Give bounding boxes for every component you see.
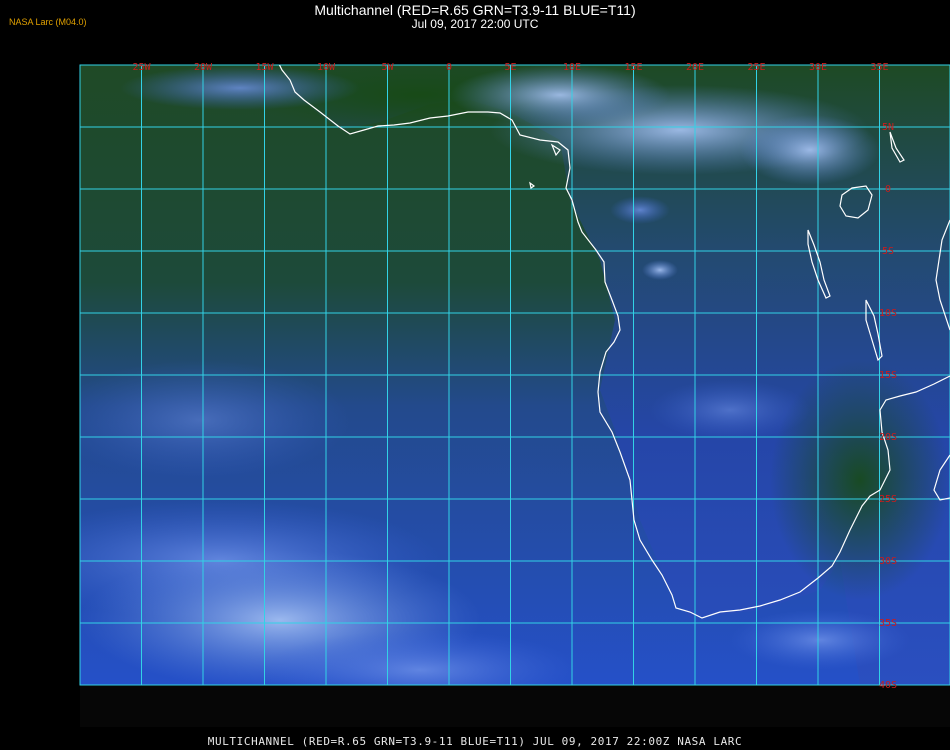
latitude-label: 5N xyxy=(882,122,894,133)
latitude-label: 35S xyxy=(879,618,897,629)
latitude-label: 20S xyxy=(879,432,897,443)
longitude-label: 15W xyxy=(255,62,274,73)
latitude-label: 0 xyxy=(885,184,891,195)
longitude-label: 10W xyxy=(317,62,336,73)
imagery-layer xyxy=(80,65,950,685)
latitude-label: 5S xyxy=(882,246,894,257)
longitude-label: 30E xyxy=(809,62,827,73)
satellite-map: 25W 20W 15W 10W 5W 0 5E 10E 15E 20E 25E 30E 35E 5N 0 5… xyxy=(79,62,950,727)
latitude-label: 25S xyxy=(879,494,897,505)
longitude-label: 20E xyxy=(686,62,704,73)
longitude-label: 25E xyxy=(747,62,765,73)
latitude-label: 10S xyxy=(879,308,897,319)
longitude-label: 25W xyxy=(132,62,151,73)
longitude-label: 0 xyxy=(446,62,452,73)
longitude-label: 5E xyxy=(504,62,516,73)
latitude-label: 40S xyxy=(879,680,897,691)
longitude-label: 10E xyxy=(563,62,581,73)
latitude-label: 15S xyxy=(879,370,897,381)
footer-caption: MULTICHANNEL (RED=R.65 GRN=T3.9-11 BLUE=… xyxy=(207,735,743,748)
longitude-label: 35E xyxy=(870,62,888,73)
longitude-label: 5W xyxy=(381,62,394,73)
latitude-label: 30S xyxy=(879,556,897,567)
longitude-label: 15E xyxy=(624,62,642,73)
longitude-label: 20W xyxy=(194,62,213,73)
